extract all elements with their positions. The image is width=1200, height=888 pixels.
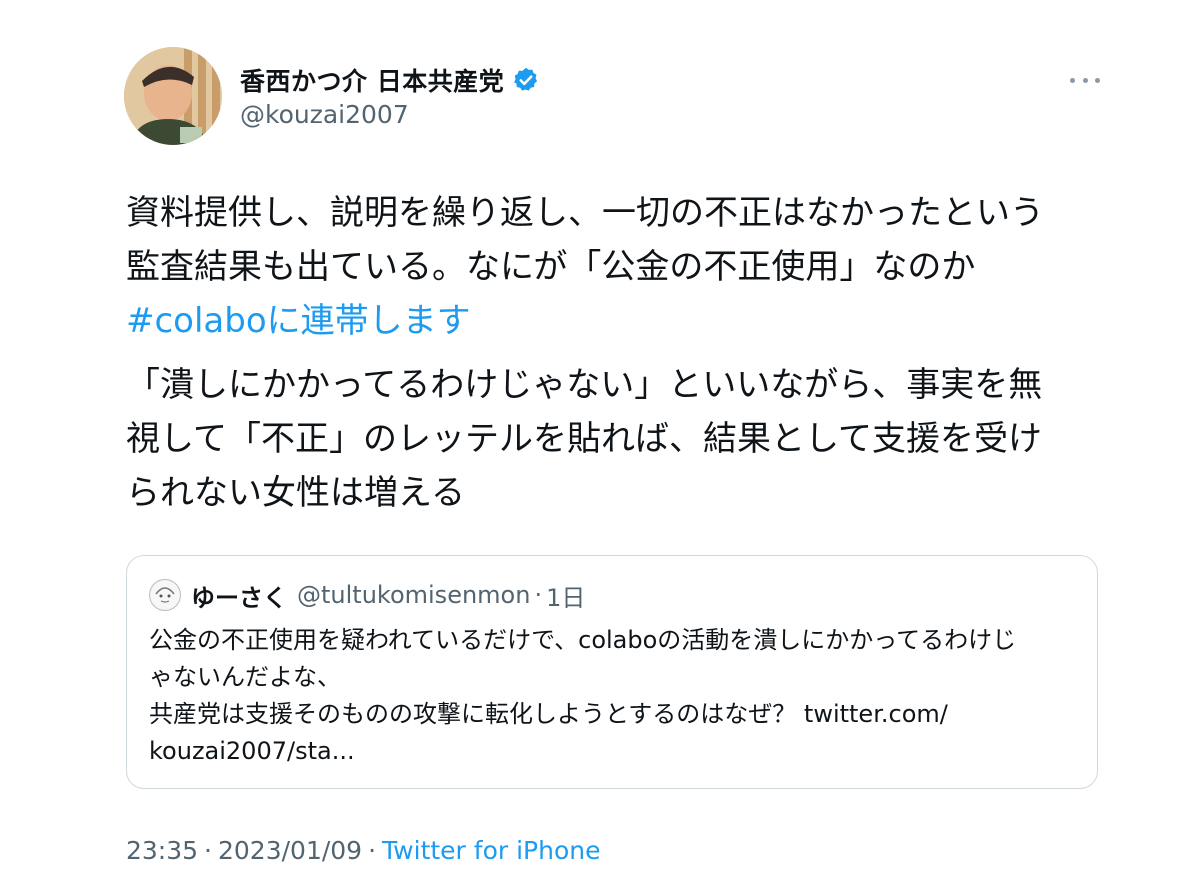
tweet-line: 視して「不正」のレッテルを貼れば、結果として支援を受け: [126, 419, 1042, 459]
tweet-time[interactable]: 23:35: [126, 836, 198, 865]
tweet-metadata: 23:35 · 2023/01/09 · Twitter for iPhone: [126, 832, 601, 868]
verified-badge-icon: [512, 66, 540, 94]
tweet-paragraph-2: 「潰しにかかってるわけじゃない」といいながら、事実を無 視して「不正」のレッテル…: [126, 358, 1096, 520]
tweet-line: 監査結果も出ている。なにが「公金の不正使用」なのか: [126, 247, 976, 287]
separator-dot: ·: [204, 835, 212, 865]
author-block: 香西かつ介 日本共産党 @kouzai2007: [240, 62, 540, 129]
quoted-tweet-text: 公金の不正使用を疑われているだけで、colaboの活動を潰しにかかってるわけじ …: [149, 622, 1049, 770]
separator-dot: ·: [368, 835, 377, 865]
author-handle[interactable]: @kouzai2007: [240, 100, 540, 129]
tweet-line: 「潰しにかかってるわけじゃない」といいながら、事実を無: [126, 365, 1043, 405]
more-options-icon[interactable]: [1070, 68, 1100, 92]
more-dot: [1082, 77, 1088, 83]
tweet-text: 資料提供し、説明を繰り返し、一切の不正はなかったという 監査結果も出ている。なに…: [126, 186, 1096, 520]
avatar-image: [124, 47, 222, 145]
tweet-line: 資料提供し、説明を繰り返し、一切の不正はなかったという: [126, 193, 1044, 233]
separator-dot: ·: [534, 581, 543, 609]
author-avatar[interactable]: [124, 47, 222, 145]
more-dot: [1070, 77, 1075, 83]
quoted-tweet-header: ゆーさく @tultukomisenmon · 1日: [149, 578, 585, 612]
tweet-source-link[interactable]: Twitter for iPhone: [382, 836, 600, 865]
tweet-line: られない女性は増える: [126, 473, 465, 513]
quoted-author-handle[interactable]: @tultukomisenmon: [297, 581, 530, 609]
tweet-date[interactable]: 2023/01/09: [218, 836, 362, 865]
quoted-tweet-card[interactable]: ゆーさく @tultukomisenmon · 1日 公金の不正使用を疑われてい…: [126, 555, 1098, 789]
quoted-author-avatar[interactable]: [149, 579, 181, 611]
quoted-line: ゃないんだよな、: [149, 663, 341, 691]
more-dot: [1095, 77, 1100, 83]
quoted-line: kouzai2007/sta...: [149, 737, 355, 765]
quoted-tweet-time[interactable]: 1日: [546, 578, 585, 613]
author-name-row: 香西かつ介 日本共産党: [240, 62, 540, 98]
quoted-line: 公金の不正使用を疑われているだけで、colaboの活動を潰しにかかってるわけじ: [149, 626, 1017, 654]
quoted-line: 共産党は支援そのものの攻撃に転化しようとするのはなぜ？ twitter.com/: [149, 700, 948, 728]
quoted-author-name[interactable]: ゆーさく: [191, 578, 287, 613]
hashtag-link[interactable]: #colaboに連帯します: [126, 294, 1096, 348]
author-name[interactable]: 香西かつ介 日本共産党: [240, 62, 504, 98]
